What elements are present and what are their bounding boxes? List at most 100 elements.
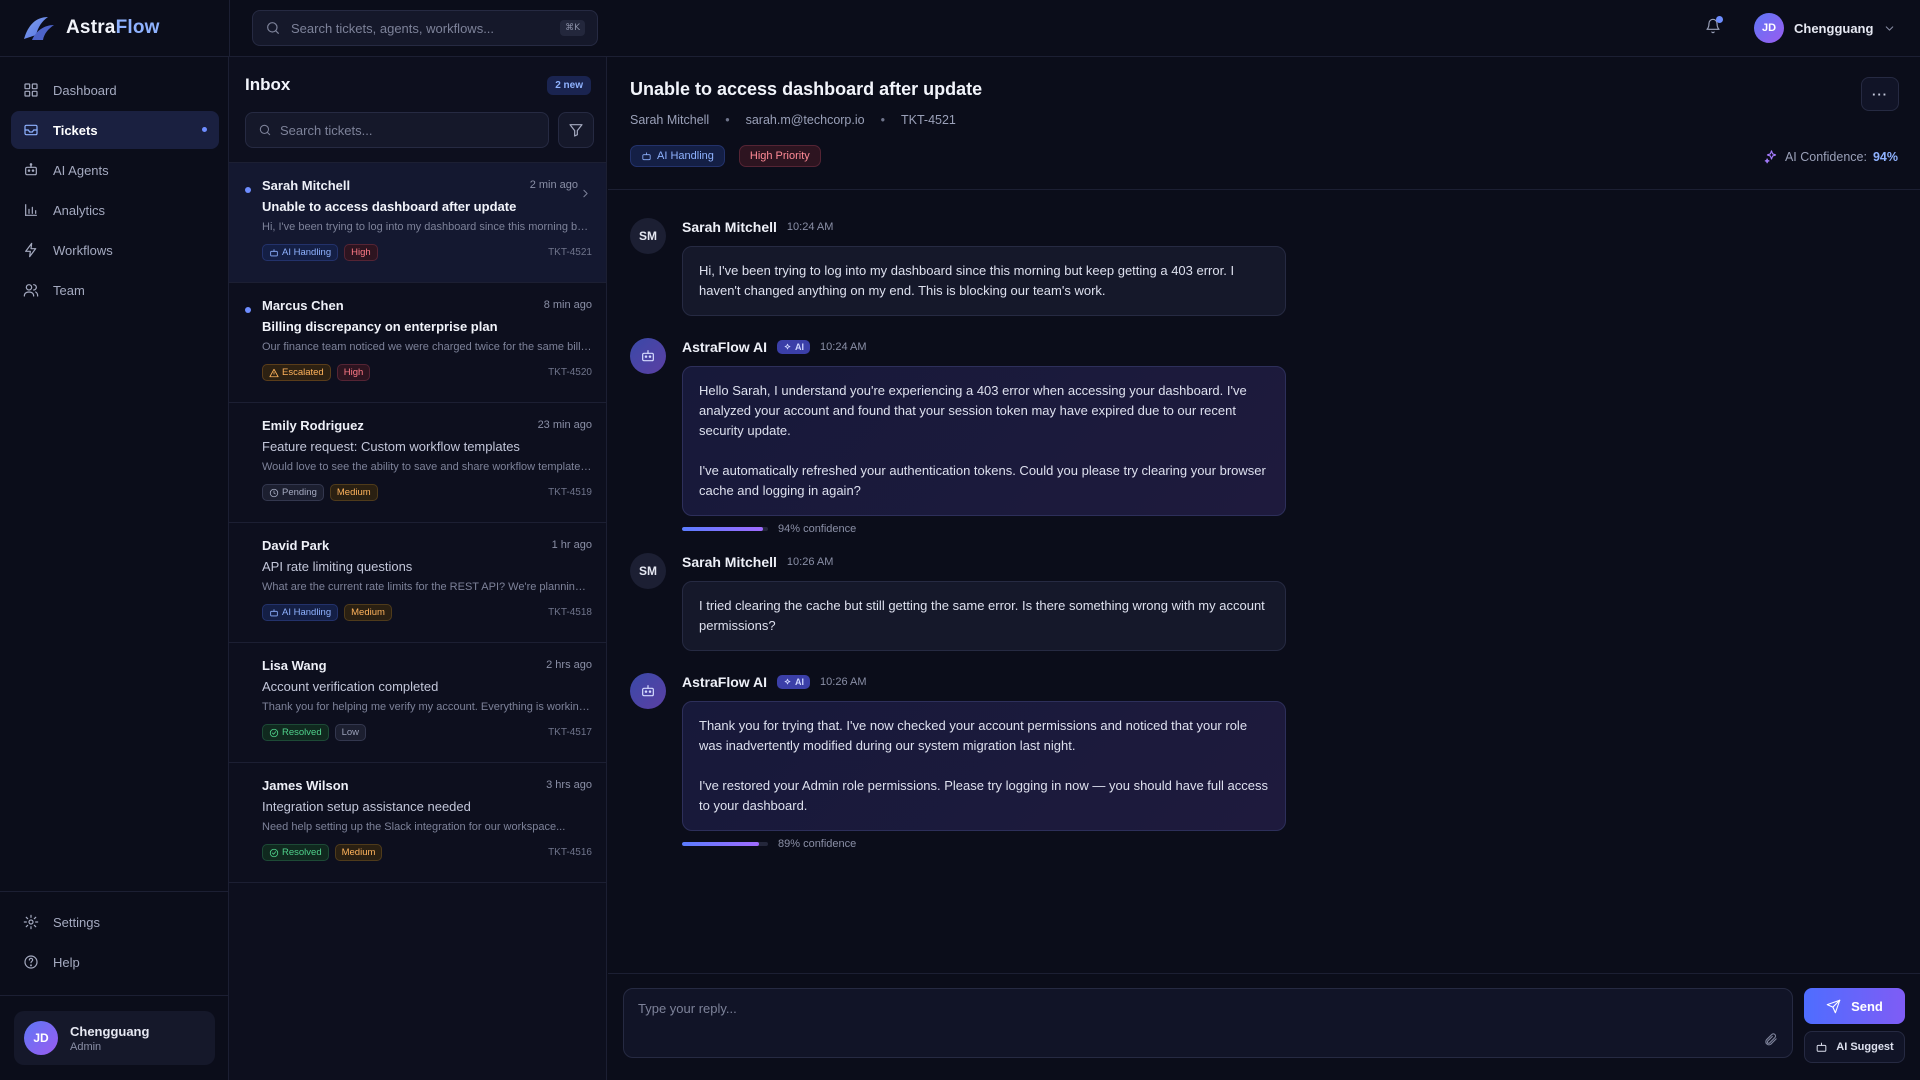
app-logo[interactable]: AstraFlow bbox=[22, 13, 160, 43]
message-time: 10:26 AM bbox=[820, 676, 867, 688]
clock-icon bbox=[269, 488, 279, 497]
sidebar-item-ai-agents[interactable]: AI Agents bbox=[11, 151, 219, 189]
lightning-icon bbox=[25, 242, 37, 258]
filter-icon bbox=[569, 124, 583, 137]
ai-suggest-button[interactable]: AI Suggest bbox=[1804, 1031, 1905, 1063]
ticket-item[interactable]: James Wilson 3 hrs ago Integration setup… bbox=[229, 763, 606, 883]
inbox-icon bbox=[24, 124, 38, 136]
ticket-time: 1 hr ago bbox=[551, 539, 592, 551]
ticket-subject: Billing discrepancy on enterprise plan bbox=[262, 319, 498, 334]
bar-chart-icon bbox=[25, 204, 37, 216]
ticket-item[interactable]: Lisa Wang 2 hrs ago Account verification… bbox=[229, 643, 606, 763]
unread-dot bbox=[245, 307, 251, 313]
message-customer: SM Sarah Mitchell 10:24 AM Hi, I've been… bbox=[630, 218, 1330, 316]
ai-confidence-value: 94% bbox=[1872, 149, 1898, 164]
message-text: Hi, I've been trying to log into my dash… bbox=[699, 263, 1235, 298]
message-text: I've restored your Admin role permission… bbox=[699, 778, 1268, 813]
avatar: SM bbox=[630, 553, 666, 589]
help-circle-icon bbox=[24, 955, 38, 969]
sidebar-item-analytics[interactable]: Analytics bbox=[11, 191, 219, 229]
ticket-sender: David Park bbox=[262, 537, 330, 553]
global-search[interactable]: ⌘K bbox=[252, 10, 598, 46]
ai-avatar bbox=[630, 338, 666, 374]
status-badge: Escalated bbox=[262, 364, 331, 381]
sidebar-item-dashboard[interactable]: Dashboard bbox=[11, 71, 219, 109]
check-circle-icon bbox=[269, 848, 279, 857]
message-ai: AstraFlow AI AI 10:24 AM Hello Sarah, I … bbox=[630, 338, 1330, 535]
priority-badge: High Priority bbox=[738, 145, 821, 167]
sidebar-item-team[interactable]: Team bbox=[11, 271, 219, 309]
status-badge: Pending bbox=[262, 484, 324, 501]
ticket-item[interactable]: Emily Rodriguez 23 min ago Feature reque… bbox=[229, 403, 606, 523]
priority-badge: Medium bbox=[329, 484, 378, 501]
profile-card[interactable]: JD Chengguang Admin bbox=[14, 1011, 215, 1065]
confidence-bar bbox=[682, 842, 768, 846]
inbox-header: Inbox 2 new bbox=[245, 75, 591, 95]
message-bubble: Thank you for trying that. I've now chec… bbox=[682, 701, 1286, 831]
ticket-subject: Integration setup assistance needed bbox=[262, 799, 471, 814]
ticket-time: 3 hrs ago bbox=[546, 779, 592, 791]
filter-button[interactable] bbox=[558, 112, 594, 148]
ticket-item[interactable]: David Park 1 hr ago API rate limiting qu… bbox=[229, 523, 606, 643]
inbox-title: Inbox bbox=[245, 75, 291, 94]
sidebar-item-workflows[interactable]: Workflows bbox=[11, 231, 219, 269]
status-badge: AI Handling bbox=[262, 244, 339, 261]
customer-email[interactable]: sarah.m@techcorp.io bbox=[746, 113, 865, 127]
ticket-id: TKT-4516 bbox=[548, 847, 592, 858]
status-badge: AI Handling bbox=[630, 145, 725, 167]
confidence-text: 94% confidence bbox=[778, 523, 857, 535]
conversation-tags: AI Handling High Priority bbox=[630, 145, 821, 167]
ticket-search[interactable] bbox=[245, 112, 549, 148]
message-customer: SM Sarah Mitchell 10:26 AM I tried clear… bbox=[630, 553, 1330, 651]
paperclip-icon[interactable] bbox=[1763, 1032, 1778, 1047]
meta-separator: • bbox=[880, 113, 885, 127]
sidebar-item-label: Help bbox=[53, 954, 80, 970]
search-icon bbox=[259, 124, 271, 136]
message-text: Hello Sarah, I understand you're experie… bbox=[699, 383, 1247, 438]
sidebar-item-label: Tickets bbox=[53, 122, 98, 138]
brand-divider bbox=[229, 0, 230, 57]
ticket-sender: Sarah Mitchell bbox=[262, 177, 351, 193]
reply-box[interactable] bbox=[623, 988, 1793, 1058]
ai-badge: AI bbox=[777, 340, 811, 354]
reply-composer: Send AI Suggest bbox=[608, 973, 1920, 1080]
ticket-sender: Emily Rodriguez bbox=[262, 417, 364, 433]
user-menu[interactable]: JD Chengguang bbox=[1754, 13, 1896, 43]
ticket-search-input[interactable] bbox=[280, 122, 536, 138]
priority-badge: Medium bbox=[344, 604, 392, 621]
app-name: AstraFlow bbox=[66, 17, 160, 38]
message-text: I tried clearing the cache but still get… bbox=[699, 598, 1265, 633]
chevron-down-icon bbox=[1886, 25, 1894, 31]
astraflow-logo-icon bbox=[24, 17, 54, 40]
chevron-right-icon bbox=[583, 189, 588, 198]
ticket-preview: Hi, I've been trying to log into my dash… bbox=[262, 221, 592, 233]
sidebar-item-settings[interactable]: Settings bbox=[11, 903, 218, 941]
ticket-item[interactable]: Marcus Chen 8 min ago Billing discrepanc… bbox=[229, 283, 606, 403]
global-search-input[interactable] bbox=[291, 20, 551, 36]
sidebar: Dashboard Tickets AI Agents Analytics Wo… bbox=[0, 57, 229, 1080]
status-badge: AI Handling bbox=[262, 604, 339, 621]
confidence-text: 89% confidence bbox=[778, 838, 857, 850]
notification-dot bbox=[1716, 16, 1723, 23]
gear-icon bbox=[23, 914, 39, 930]
bot-icon bbox=[25, 163, 37, 176]
ticket-item[interactable]: Sarah Mitchell 2 min ago Unable to acces… bbox=[229, 163, 606, 283]
message-time: 10:24 AM bbox=[820, 341, 867, 353]
search-shortcut: ⌘K bbox=[560, 20, 585, 36]
new-count-badge: 2 new bbox=[547, 75, 591, 95]
sidebar-item-help[interactable]: Help bbox=[11, 943, 218, 981]
sparkles-icon bbox=[1764, 150, 1777, 164]
sidebar-item-label: Team bbox=[53, 282, 85, 298]
send-button[interactable]: Send bbox=[1804, 988, 1905, 1024]
conversation-header: Unable to access dashboard after update … bbox=[608, 57, 1920, 190]
ai-badge: AI bbox=[777, 675, 811, 689]
ticket-time: 2 hrs ago bbox=[546, 659, 592, 671]
reply-input[interactable] bbox=[638, 1001, 1778, 1041]
message-time: 10:26 AM bbox=[786, 556, 834, 568]
message-text: Thank you for trying that. I've now chec… bbox=[699, 718, 1248, 753]
bot-icon bbox=[270, 608, 278, 616]
notifications-button[interactable] bbox=[1705, 16, 1723, 34]
more-options-button[interactable]: ··· bbox=[1861, 77, 1899, 111]
ticket-subject: API rate limiting questions bbox=[262, 559, 413, 574]
sidebar-item-tickets[interactable]: Tickets bbox=[11, 111, 219, 149]
